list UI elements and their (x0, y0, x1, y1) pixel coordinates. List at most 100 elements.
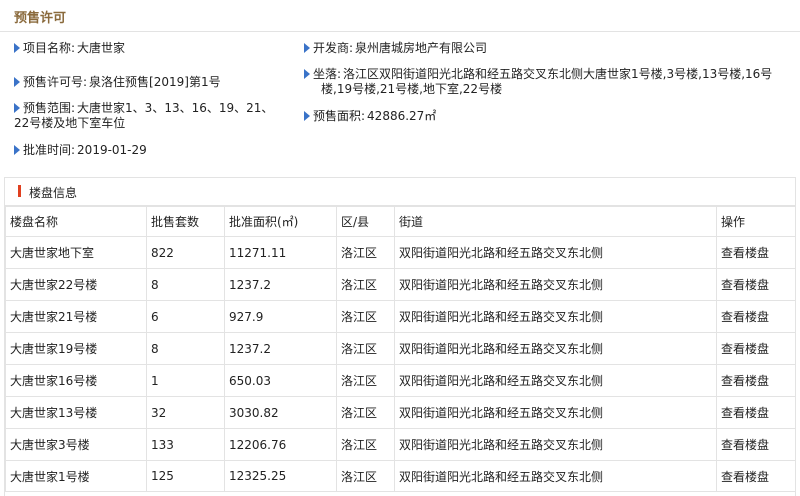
col-header-action: 操作 (716, 206, 795, 237)
table-row: 大唐世家3号楼 133 12206.76 洛江区 双阳街道阳光北路和经五路交叉东… (5, 428, 795, 461)
triangle-bullet-icon (304, 69, 310, 79)
info-area: 预售面积: 42886.27㎡ (304, 109, 436, 124)
approval-time-label: 批准时间: (23, 143, 76, 157)
cell-district: 洛江区 (336, 300, 395, 333)
info-permit-no: 预售许可号: 泉洛住预售[2019]第1号 (14, 75, 221, 90)
cell-units: 822 (146, 236, 225, 269)
cell-units: 133 (146, 428, 225, 461)
location-value-line2: 楼,19号楼,21号楼,地下室,22号楼 (321, 82, 503, 96)
view-building-link[interactable]: 查看楼盘 (716, 236, 795, 269)
cell-street: 双阳街道阳光北路和经五路交叉东北侧 (394, 364, 717, 397)
cell-units: 1 (146, 364, 225, 397)
scope-value-line1: 大唐世家1、3、13、16、19、21、 (77, 101, 274, 115)
col-header-area: 批准面积(㎡) (224, 206, 337, 237)
info-scope: 预售范围: 大唐世家1、3、13、16、19、21、 22号楼及地下室车位 (14, 101, 273, 131)
view-building-link[interactable]: 查看楼盘 (716, 396, 795, 429)
building-table: 楼盘名称 批售套数 批准面积(㎡) 区/县 街道 操作 大唐世家地下室 822 … (5, 206, 795, 492)
cell-units: 32 (146, 396, 225, 429)
triangle-bullet-icon (14, 145, 20, 155)
cell-name: 大唐世家13号楼 (5, 396, 147, 429)
cell-name: 大唐世家21号楼 (5, 300, 147, 333)
info-project-name: 项目名称: 大唐世家 (14, 41, 125, 56)
scope-value-line2: 22号楼及地下室车位 (14, 116, 126, 130)
cell-area: 3030.82 (224, 396, 337, 429)
cell-area: 12206.76 (224, 428, 337, 461)
project-name-value: 大唐世家 (77, 41, 126, 55)
view-building-link[interactable]: 查看楼盘 (716, 364, 795, 397)
cell-street: 双阳街道阳光北路和经五路交叉东北侧 (394, 460, 717, 492)
section-header: 预售许可 (0, 0, 800, 32)
approval-time-value: 2019-01-29 (77, 143, 147, 157)
cell-name: 大唐世家16号楼 (5, 364, 147, 397)
triangle-bullet-icon (14, 103, 20, 113)
area-label: 预售面积: (313, 109, 366, 123)
info-developer: 开发商: 泉州唐城房地产有限公司 (304, 41, 487, 56)
cell-district: 洛江区 (336, 396, 395, 429)
permit-no-value: 泉洛住预售[2019]第1号 (89, 75, 221, 89)
table-header-row: 楼盘名称 批售套数 批准面积(㎡) 区/县 街道 操作 (5, 206, 795, 237)
cell-street: 双阳街道阳光北路和经五路交叉东北侧 (394, 396, 717, 429)
col-header-units: 批售套数 (146, 206, 225, 237)
section-title: 预售许可 (14, 11, 67, 26)
table-row: 大唐世家16号楼 1 650.03 洛江区 双阳街道阳光北路和经五路交叉东北侧 … (5, 364, 795, 397)
table-row: 大唐世家21号楼 6 927.9 洛江区 双阳街道阳光北路和经五路交叉东北侧 查… (5, 300, 795, 333)
cell-name: 大唐世家1号楼 (5, 460, 147, 492)
col-header-name: 楼盘名称 (5, 206, 147, 237)
cell-street: 双阳街道阳光北路和经五路交叉东北侧 (394, 236, 717, 269)
location-label: 坐落: (313, 67, 342, 81)
cell-district: 洛江区 (336, 332, 395, 365)
cell-name: 大唐世家19号楼 (5, 332, 147, 365)
panel-header: 楼盘信息 (5, 178, 795, 206)
scope-label: 预售范围: (23, 101, 76, 115)
col-header-street: 街道 (394, 206, 717, 237)
view-building-link[interactable]: 查看楼盘 (716, 332, 795, 365)
building-info-panel: 楼盘信息 楼盘名称 批售套数 批准面积(㎡) 区/县 街道 操作 大唐世家地下室… (4, 177, 796, 496)
cell-street: 双阳街道阳光北路和经五路交叉东北侧 (394, 428, 717, 461)
cell-district: 洛江区 (336, 236, 395, 269)
info-approval-time: 批准时间: 2019-01-29 (14, 143, 147, 158)
view-building-link[interactable]: 查看楼盘 (716, 268, 795, 301)
cell-units: 8 (146, 332, 225, 365)
table-row: 大唐世家19号楼 8 1237.2 洛江区 双阳街道阳光北路和经五路交叉东北侧 … (5, 332, 795, 365)
cell-area: 650.03 (224, 364, 337, 397)
cell-name: 大唐世家22号楼 (5, 268, 147, 301)
cell-name: 大唐世家3号楼 (5, 428, 147, 461)
cell-area: 1237.2 (224, 332, 337, 365)
permit-no-label: 预售许可号: (23, 75, 88, 89)
view-building-link[interactable]: 查看楼盘 (716, 300, 795, 333)
info-location: 坐落: 洛江区双阳街道阳光北路和经五路交叉东北侧大唐世家1号楼,3号楼,13号楼,… (304, 67, 796, 97)
table-row: 大唐世家地下室 822 11271.11 洛江区 双阳街道阳光北路和经五路交叉东… (5, 236, 795, 269)
view-building-link[interactable]: 查看楼盘 (716, 460, 795, 492)
developer-value: 泉州唐城房地产有限公司 (355, 41, 488, 55)
view-building-link[interactable]: 查看楼盘 (716, 428, 795, 461)
cell-area: 927.9 (224, 300, 337, 333)
cell-district: 洛江区 (336, 364, 395, 397)
cell-district: 洛江区 (336, 428, 395, 461)
triangle-bullet-icon (14, 43, 20, 53)
cell-units: 125 (146, 460, 225, 492)
table-row: 大唐世家1号楼 125 12325.25 洛江区 双阳街道阳光北路和经五路交叉东… (5, 460, 795, 492)
cell-area: 11271.11 (224, 236, 337, 269)
cell-area: 1237.2 (224, 268, 337, 301)
triangle-bullet-icon (304, 43, 310, 53)
cell-district: 洛江区 (336, 268, 395, 301)
cell-street: 双阳街道阳光北路和经五路交叉东北侧 (394, 300, 717, 333)
cell-area: 12325.25 (224, 460, 337, 492)
table-row: 大唐世家13号楼 32 3030.82 洛江区 双阳街道阳光北路和经五路交叉东北… (5, 396, 795, 429)
panel-title: 楼盘信息 (29, 186, 78, 200)
area-value: 42886.27㎡ (367, 109, 437, 123)
red-bar-icon (18, 185, 21, 197)
cell-name: 大唐世家地下室 (5, 236, 147, 269)
col-header-district: 区/县 (336, 206, 395, 237)
location-value-line1: 洛江区双阳街道阳光北路和经五路交叉东北侧大唐世家1号楼,3号楼,13号楼,16号 (343, 67, 773, 81)
developer-label: 开发商: (313, 41, 354, 55)
project-name-label: 项目名称: (23, 41, 76, 55)
triangle-bullet-icon (304, 111, 310, 121)
triangle-bullet-icon (14, 77, 20, 87)
table-row: 大唐世家22号楼 8 1237.2 洛江区 双阳街道阳光北路和经五路交叉东北侧 … (5, 268, 795, 301)
cell-street: 双阳街道阳光北路和经五路交叉东北侧 (394, 332, 717, 365)
cell-units: 6 (146, 300, 225, 333)
cell-district: 洛江区 (336, 460, 395, 492)
cell-street: 双阳街道阳光北路和经五路交叉东北侧 (394, 268, 717, 301)
cell-units: 8 (146, 268, 225, 301)
